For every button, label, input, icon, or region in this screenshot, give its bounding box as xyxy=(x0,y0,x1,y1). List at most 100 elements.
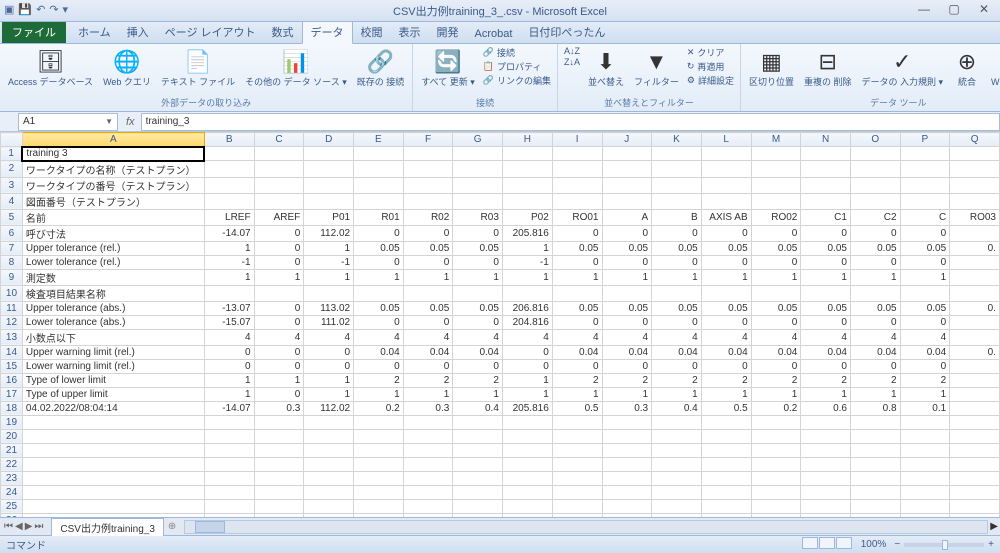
cell[interactable]: 112.02 xyxy=(304,225,354,241)
cell[interactable]: 0.05 xyxy=(751,301,801,315)
cell[interactable]: 0 xyxy=(204,345,254,359)
cell[interactable]: R03 xyxy=(453,209,503,225)
cell[interactable] xyxy=(453,471,503,485)
cell[interactable] xyxy=(403,177,453,193)
cell[interactable]: 0.05 xyxy=(850,241,900,255)
cell[interactable]: 0.05 xyxy=(801,301,851,315)
cell[interactable]: 1 xyxy=(204,269,254,285)
cell[interactable] xyxy=(652,415,702,429)
cell[interactable] xyxy=(502,499,552,513)
cell[interactable]: 0 xyxy=(552,255,602,269)
cell[interactable] xyxy=(602,415,652,429)
row-header[interactable]: 17 xyxy=(1,387,23,401)
cell[interactable] xyxy=(950,513,1000,517)
cell[interactable]: 0 xyxy=(502,345,552,359)
zoom-out-button[interactable]: − xyxy=(894,539,900,550)
cell[interactable] xyxy=(900,415,950,429)
cell[interactable]: 0 xyxy=(850,359,900,373)
cell[interactable] xyxy=(652,513,702,517)
cell[interactable]: 0.05 xyxy=(850,301,900,315)
cell[interactable]: -1 xyxy=(204,255,254,269)
ribbon-tab-4[interactable]: データ xyxy=(302,20,353,44)
cell[interactable] xyxy=(801,285,851,301)
row-header[interactable]: 6 xyxy=(1,225,23,241)
cell[interactable] xyxy=(900,193,950,209)
cell[interactable]: 1 xyxy=(701,387,751,401)
cell[interactable]: 0.3 xyxy=(403,401,453,415)
cell[interactable] xyxy=(900,513,950,517)
cell[interactable] xyxy=(204,499,254,513)
sort-az-button[interactable]: A↓Z xyxy=(564,46,580,56)
cell[interactable]: 1 xyxy=(751,269,801,285)
ribbon-tab-1[interactable]: 挿入 xyxy=(119,21,157,43)
cell[interactable] xyxy=(552,499,602,513)
cell[interactable] xyxy=(354,161,404,178)
cell[interactable]: 0 xyxy=(850,255,900,269)
cell[interactable] xyxy=(751,499,801,513)
cell[interactable] xyxy=(900,147,950,161)
cell[interactable]: 1 xyxy=(453,269,503,285)
cell[interactable] xyxy=(950,359,1000,373)
cell[interactable]: 0.04 xyxy=(602,345,652,359)
cell[interactable] xyxy=(204,177,254,193)
cell[interactable] xyxy=(701,499,751,513)
cell[interactable]: 0 xyxy=(403,359,453,373)
cell[interactable]: 0.05 xyxy=(552,241,602,255)
cell[interactable] xyxy=(900,285,950,301)
cell[interactable]: 0.05 xyxy=(751,241,801,255)
cell[interactable]: 0. xyxy=(950,345,1000,359)
cell[interactable]: 0 xyxy=(602,255,652,269)
cell[interactable]: 名前 xyxy=(22,209,204,225)
cell[interactable]: 0.05 xyxy=(652,301,702,315)
cell[interactable] xyxy=(602,161,652,178)
cell[interactable]: R01 xyxy=(354,209,404,225)
cell[interactable]: 1 xyxy=(502,241,552,255)
cell[interactable]: 0 xyxy=(801,359,851,373)
cell[interactable] xyxy=(502,457,552,471)
cell[interactable]: 0.3 xyxy=(254,401,304,415)
cell[interactable]: 0 xyxy=(900,359,950,373)
cell[interactable]: 4 xyxy=(652,329,702,345)
cell[interactable]: 1 xyxy=(354,387,404,401)
cell[interactable] xyxy=(602,193,652,209)
cell[interactable]: 図面番号（テストプラン） xyxy=(22,193,204,209)
cell[interactable] xyxy=(453,285,503,301)
cell[interactable] xyxy=(850,161,900,178)
row-header[interactable]: 25 xyxy=(1,499,23,513)
cell[interactable]: 2 xyxy=(354,373,404,387)
next-sheet-button[interactable]: ▶ xyxy=(25,521,33,532)
cell[interactable]: C xyxy=(900,209,950,225)
cell[interactable] xyxy=(453,429,503,443)
cell[interactable] xyxy=(22,471,204,485)
cell[interactable] xyxy=(801,499,851,513)
cell[interactable] xyxy=(652,285,702,301)
cell[interactable]: 112.02 xyxy=(304,401,354,415)
cell[interactable]: 0 xyxy=(552,315,602,329)
cell[interactable]: 1 xyxy=(304,387,354,401)
cell[interactable] xyxy=(701,193,751,209)
maximize-button[interactable]: ▢ xyxy=(942,2,966,16)
cell[interactable]: training 3 xyxy=(22,147,204,161)
cell[interactable] xyxy=(751,457,801,471)
column-header[interactable]: C xyxy=(254,133,304,147)
other-source-button[interactable]: 📊その他の データ ソース ▾ xyxy=(243,46,349,90)
cell[interactable]: 0 xyxy=(453,225,503,241)
cell[interactable]: 1 xyxy=(602,269,652,285)
cell[interactable]: 4 xyxy=(701,329,751,345)
cell[interactable] xyxy=(801,177,851,193)
cell[interactable] xyxy=(254,177,304,193)
cell[interactable] xyxy=(453,443,503,457)
cell[interactable]: 0 xyxy=(453,255,503,269)
whatif-button[interactable]: ❓What-If 分析 ▾ xyxy=(989,46,1000,90)
cell[interactable]: 0.05 xyxy=(900,241,950,255)
cell[interactable] xyxy=(304,485,354,499)
cell[interactable] xyxy=(502,177,552,193)
cell[interactable]: 検査項目結果名称 xyxy=(22,285,204,301)
row-header[interactable]: 20 xyxy=(1,429,23,443)
cell[interactable] xyxy=(751,193,801,209)
column-header[interactable]: I xyxy=(552,133,602,147)
cell[interactable] xyxy=(850,457,900,471)
row-header[interactable]: 8 xyxy=(1,255,23,269)
cell[interactable]: LREF xyxy=(204,209,254,225)
cell[interactable]: 1 xyxy=(254,373,304,387)
